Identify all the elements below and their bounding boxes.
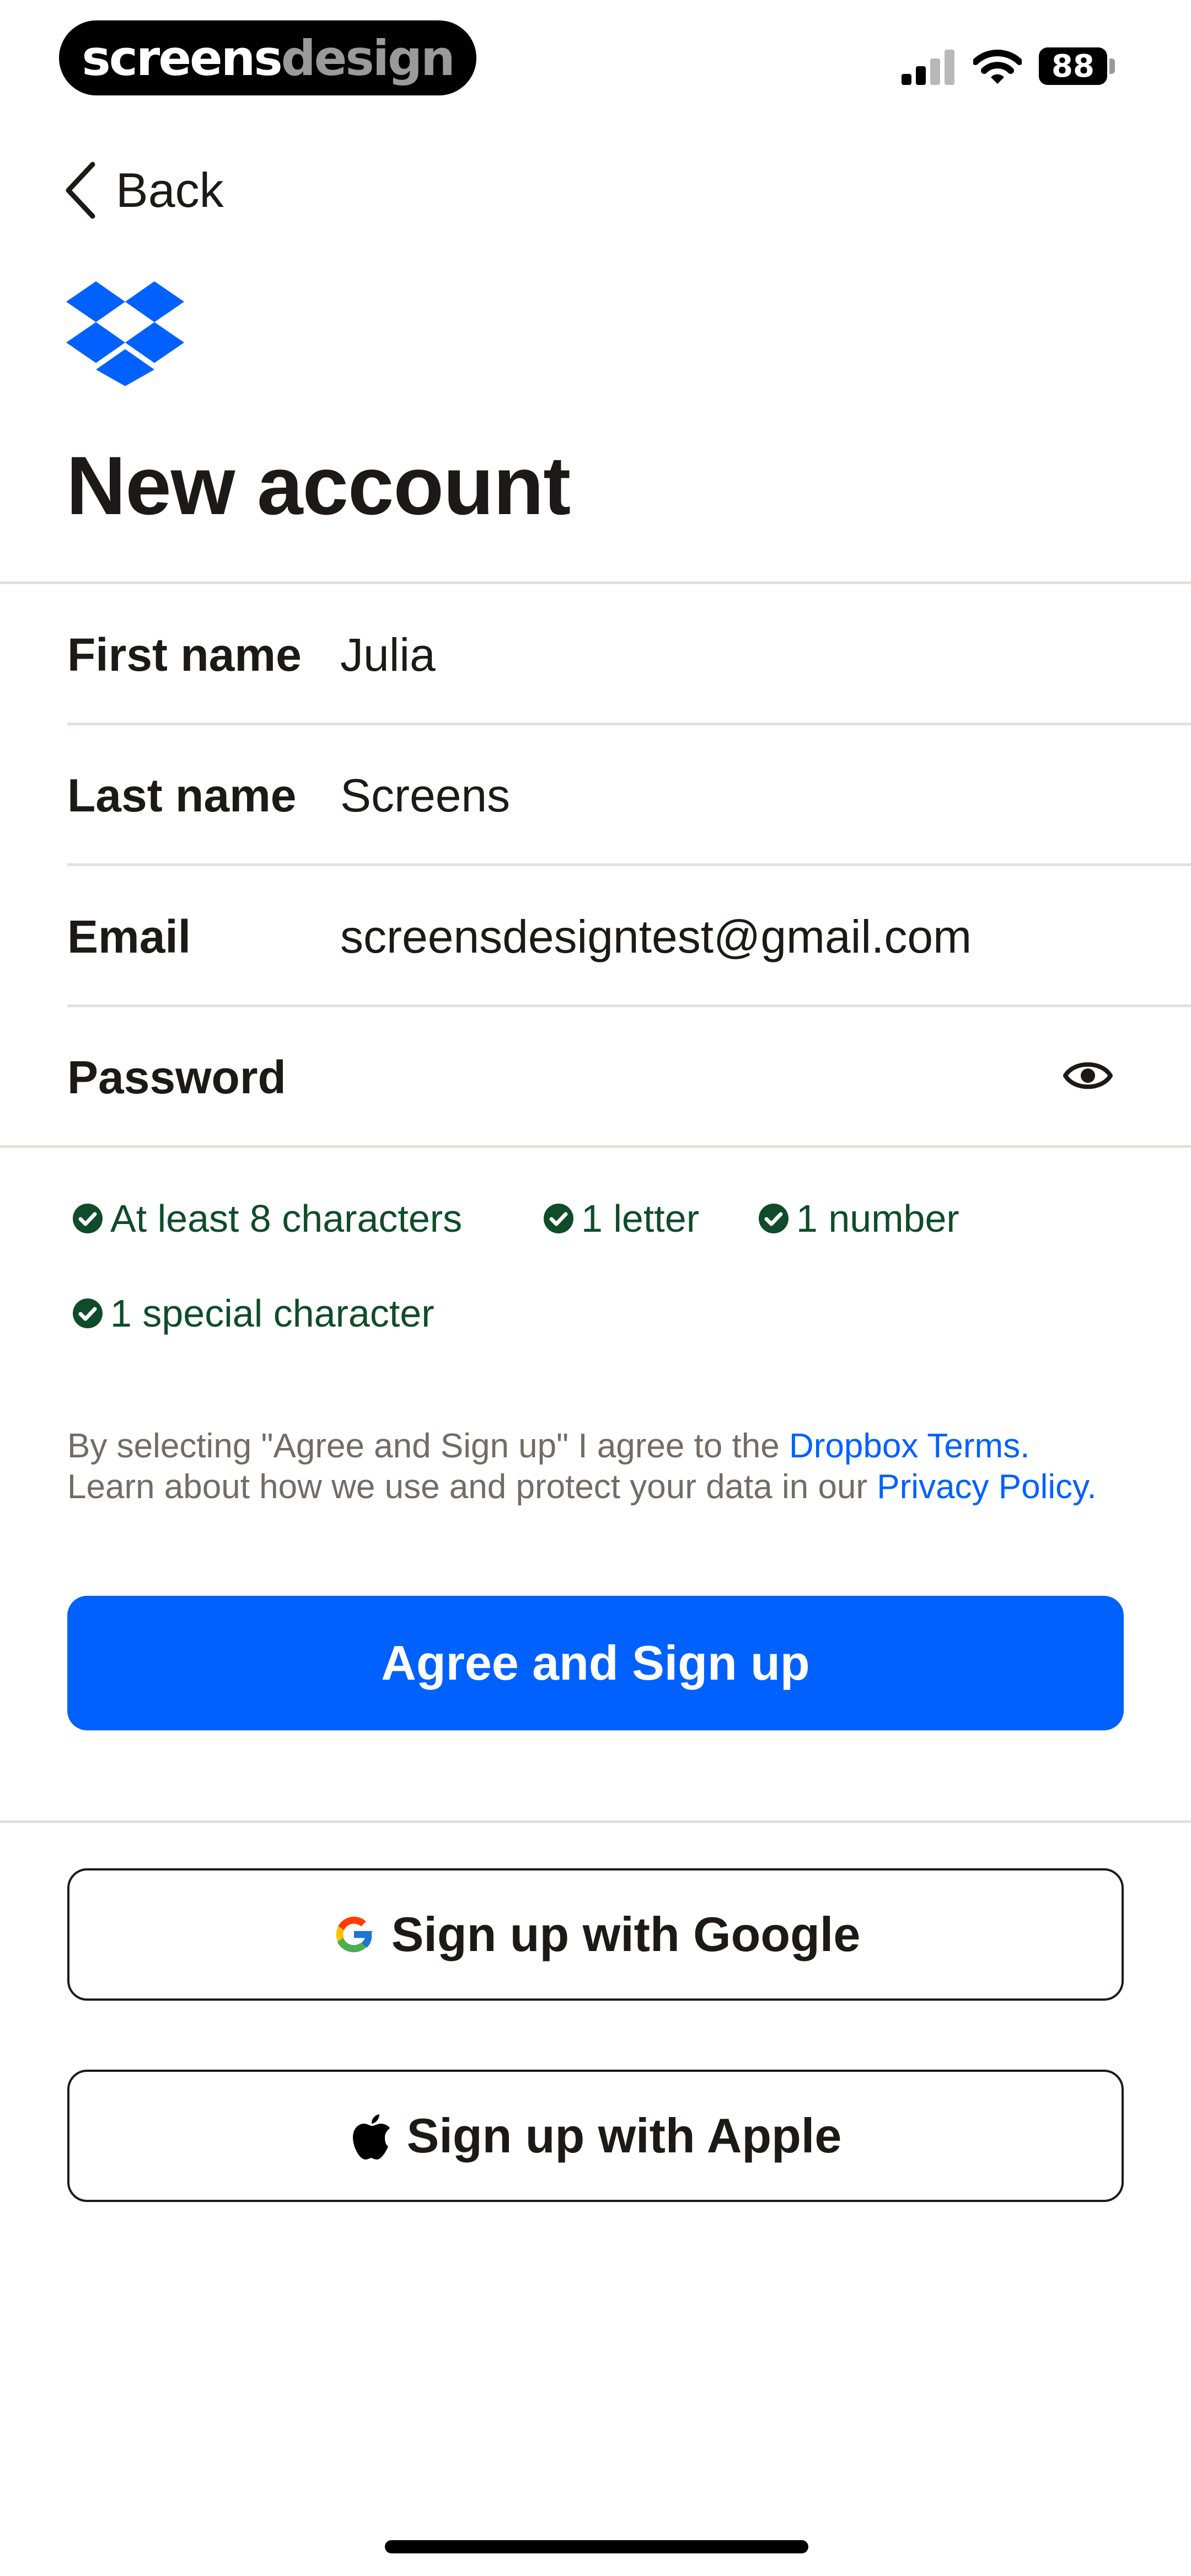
sign-up-google-button[interactable]: Sign up with Google (67, 1868, 1124, 2001)
back-label: Back (116, 163, 224, 217)
back-chevron-icon (66, 162, 95, 219)
sign-up-apple-label: Sign up with Apple (406, 2108, 842, 2163)
watermark-part2: design (281, 29, 455, 87)
back-button[interactable]: Back (61, 154, 224, 226)
check-circle-icon (73, 1204, 103, 1233)
divider-first-name (67, 723, 1191, 725)
dropbox-terms-link[interactable]: Dropbox Terms. (789, 1427, 1029, 1465)
divider-last-name (67, 863, 1191, 866)
requirement-label: At least 8 characters (110, 1197, 463, 1240)
password-input[interactable] (340, 1050, 1046, 1105)
eye-icon[interactable] (1063, 1056, 1113, 1095)
apple-icon (352, 2114, 390, 2160)
watermark-part1: screens (82, 29, 282, 87)
signal-icon (902, 50, 954, 85)
legal-text: By selecting "Agree and Sign up" I agree… (67, 1426, 1115, 1508)
requirement-label: 1 special character (110, 1292, 434, 1335)
check-circle-icon (759, 1204, 788, 1233)
sign-up-apple-button[interactable]: Sign up with Apple (67, 2070, 1124, 2202)
wifi-icon (973, 50, 1022, 84)
page-title: New account (66, 439, 571, 532)
check-circle-icon (544, 1204, 573, 1233)
requirement-item: At least 8 characters (72, 1194, 462, 1243)
requirement-label: 1 letter (581, 1197, 699, 1240)
battery-tip (1109, 58, 1115, 74)
first-name-input[interactable] (340, 627, 1112, 682)
divider-social (0, 1820, 1191, 1823)
requirement-item: 1 special character (72, 1289, 434, 1338)
google-icon (336, 1916, 373, 1953)
requirement-item: 1 letter (543, 1194, 699, 1243)
first-name-label: First name (67, 629, 302, 681)
divider-top (0, 581, 1191, 584)
agree-sign-up-button[interactable]: Agree and Sign up (67, 1596, 1124, 1730)
agree-sign-up-label: Agree and Sign up (381, 1636, 810, 1690)
privacy-policy-link[interactable]: Privacy Policy. (877, 1468, 1097, 1506)
legal-text-part1: By selecting "Agree and Sign up" I agree… (67, 1427, 789, 1465)
battery-icon: 88 (1039, 47, 1107, 85)
divider-password (0, 1145, 1191, 1148)
password-label: Password (67, 1051, 286, 1103)
email-label: Email (67, 911, 191, 963)
legal-text-part2: Learn about how we use and protect your … (67, 1468, 877, 1506)
divider-email (67, 1004, 1191, 1007)
requirement-item: 1 number (758, 1194, 959, 1243)
last-name-input[interactable] (340, 768, 1112, 823)
last-name-label: Last name (67, 769, 297, 821)
requirement-label: 1 number (796, 1197, 959, 1240)
dropbox-logo-icon (66, 281, 184, 386)
home-indicator (385, 2540, 808, 2553)
check-circle-icon (73, 1298, 103, 1328)
email-input[interactable] (340, 909, 1112, 964)
sign-up-google-label: Sign up with Google (391, 1907, 861, 1962)
screensdesign-watermark: screens design (59, 20, 476, 95)
